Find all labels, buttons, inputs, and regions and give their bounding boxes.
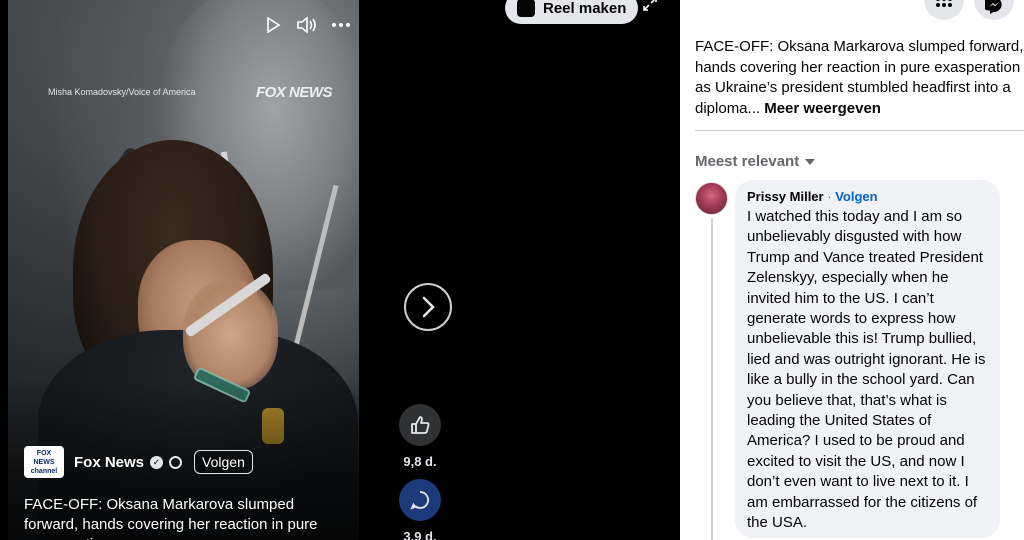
video-area: Misha Komadovsky/Voice of America FOX NE…: [0, 0, 680, 540]
comment-count: 3,9 d.: [403, 529, 437, 540]
avatar[interactable]: [695, 182, 728, 215]
divider: [695, 130, 1024, 131]
volume-icon[interactable]: [296, 14, 318, 36]
separator-dot: ·: [827, 189, 832, 204]
channel-name[interactable]: Fox News: [74, 454, 144, 471]
reply-thread-line: [711, 218, 713, 540]
video-caption[interactable]: FACE-OFF: Oksana Markarova slumped forwa…: [24, 495, 344, 540]
next-reel-button[interactable]: [404, 283, 452, 331]
comment-bubble: Prissy Miller · Volgen I watched this to…: [735, 180, 1000, 538]
comment-action: 3,9 d.: [399, 479, 441, 540]
comment-author[interactable]: Prissy Miller: [747, 189, 824, 204]
verified-icon: ✓: [150, 455, 164, 469]
create-reel-label: Reel maken: [543, 0, 627, 17]
video-player[interactable]: Misha Komadovsky/Voice of America FOX NE…: [8, 0, 359, 540]
see-more-link[interactable]: Meer weergeven: [764, 100, 881, 117]
expand-icon[interactable]: [642, 0, 658, 17]
fox-news-watermark: FOX NEWS: [256, 84, 333, 101]
messenger-button[interactable]: [974, 0, 1014, 20]
globe-icon: [169, 455, 183, 469]
more-icon[interactable]: [330, 14, 352, 36]
menu-grid-icon: [936, 0, 952, 7]
channel-avatar[interactable]: FOX NEWS channel: [24, 446, 64, 478]
like-count: 9,8 d.: [403, 454, 437, 469]
like-action: 9,8 d.: [399, 404, 441, 469]
post-text: FACE-OFF: Oksana Markarova slumped forwa…: [695, 37, 1024, 119]
video-credit: Misha Komadovsky/Voice of America: [48, 87, 196, 97]
messenger-icon: [985, 0, 1002, 14]
channel-logo-text: FOX NEWS channel: [30, 449, 58, 475]
comment-button[interactable]: [399, 479, 441, 521]
comment-icon: [410, 491, 429, 510]
reel-icon: [517, 0, 535, 17]
follow-author-link[interactable]: Volgen: [835, 189, 877, 204]
caret-down-icon: [805, 158, 816, 165]
channel-info: FOX NEWS channel Fox News ✓ Volgen: [24, 446, 253, 478]
comment-sort-label: Meest relevant: [695, 153, 800, 170]
follow-channel-button[interactable]: Volgen: [194, 450, 253, 474]
like-icon: [411, 416, 430, 434]
next-icon: [422, 296, 435, 318]
comment-text: I watched this today and I am so unbelie…: [747, 208, 986, 532]
reel-viewer: Misha Komadovsky/Voice of America FOX NE…: [0, 0, 1024, 540]
like-button[interactable]: [399, 404, 441, 446]
comment-sort-dropdown[interactable]: Meest relevant: [695, 153, 816, 170]
comment-header: Prissy Miller · Volgen: [747, 188, 988, 206]
create-reel-button[interactable]: Reel maken: [505, 0, 639, 24]
menu-button[interactable]: [924, 0, 964, 20]
video-controls: [262, 14, 352, 36]
play-icon[interactable]: [262, 14, 284, 36]
post-details-panel: FACE-OFF: Oksana Markarova slumped forwa…: [680, 0, 1024, 540]
